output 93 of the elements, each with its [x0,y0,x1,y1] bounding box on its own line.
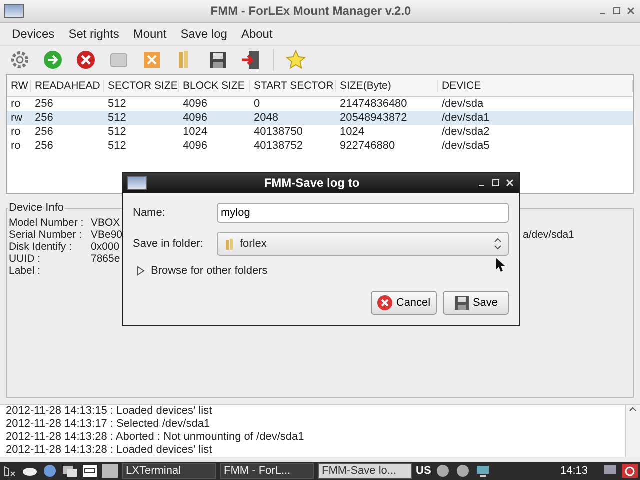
cancel-icon [377,295,394,311]
start-icon[interactable] [2,464,18,478]
table-cell-text: 256 [34,126,54,138]
column-header[interactable]: READAHEAD [31,80,104,92]
table-cell-text: 512 [107,98,128,110]
table-cell-text: /dev/sda2 [441,126,491,138]
log-line: 2012-11-28 14:13:28 : Aborted : Not unmounting of /dev/sda1 [6,431,306,444]
network-icon[interactable] [475,464,492,478]
menu-item[interactable]: Devices [12,27,55,41]
table-cell-text: rw [10,112,24,124]
table-cell-text: ro [10,126,22,138]
info-value: VBOX [91,217,122,229]
cursor-icon [496,258,505,272]
table-cell-text: 512 [107,140,128,152]
table-cell-text: /dev/sda5 [441,140,491,152]
menu-item[interactable]: Set rights [68,27,120,41]
table-cell-text: 40138750 [253,126,304,138]
table-cell-text: /dev/sda1 [441,112,491,124]
window-title: FMM - ForLEx Mount Manager v.2.0 [210,4,412,18]
table-cell-text: 20548943872 [339,112,408,124]
field-label: Name: [133,207,166,219]
expander-icon [137,266,145,276]
table-cell-text: 256 [34,112,54,124]
table-row[interactable]: rw 256 512 4096 2048 20548943872 /dev/sda1 [7,111,633,125]
cancel-button[interactable]: Cancel [371,291,437,315]
column-header[interactable]: SECTOR SIZE [104,80,179,92]
table-cell-text: 922746880 [339,140,396,152]
keyboard-layout[interactable]: US [416,465,432,477]
name-field[interactable]: mylog [217,203,509,223]
column-header[interactable]: RW [7,80,31,92]
table-cell-text: /dev/sda [441,98,485,110]
panel-title: Device Info [8,202,66,214]
save-button[interactable]: Save [443,291,509,315]
info-label: Label : [9,265,42,277]
log-line: 2012-11-28 14:13:28 : Loaded devices' list [6,444,214,457]
table-cell-text: 4096 [182,140,208,152]
table-cell-text: 1024 [339,126,366,138]
info-value: 0x000 [91,241,121,253]
log-line: 2012-11-28 14:13:15 : Loaded devices' list [6,405,214,418]
info-label: Model Number : [9,217,85,229]
task-button[interactable]: FMM-Save lo... [318,463,412,479]
table-cell-text: 256 [34,140,54,152]
star-icon[interactable] [285,49,307,71]
field-label: Save in folder: [133,238,204,250]
table-cell-text: 21474836480 [339,98,408,110]
folder-dropdown[interactable]: forlex [217,232,509,256]
table-cell-text: 4096 [182,98,208,110]
table-cell-text: ro [10,98,22,110]
power-icon[interactable] [622,464,638,478]
table-cell-text: 256 [34,98,54,110]
dialog-title: FMM-Save log to [263,176,361,190]
clock[interactable]: 14:13 [560,465,598,477]
menu-item[interactable]: Save log [180,27,228,41]
column-header[interactable]: DEVICE [438,80,633,92]
cancel-icon[interactable] [75,49,97,71]
task-button[interactable]: LXTerminal [122,463,216,479]
browse-expander[interactable]: Browse for other folders [133,265,509,277]
window-icon [4,4,24,18]
window-icon [127,176,147,190]
column-header[interactable]: BLOCK SIZE [179,80,250,92]
table-row[interactable]: ro 256 512 4096 0 21474836480 /dev/sda [7,97,633,111]
table-cell-text: 0 [253,98,262,110]
info-value: VBe90 [91,229,123,241]
scrollbar[interactable] [625,405,640,457]
exit-icon[interactable] [240,49,262,71]
table-cell-text: 512 [107,112,128,124]
table-cell-text: 512 [107,126,128,138]
menu-item[interactable]: Mount [133,27,167,41]
gear-icon[interactable] [9,49,31,71]
info-value: 7865e [91,253,122,265]
globe-icon[interactable] [42,464,58,478]
info-value: a/dev/sda1 [522,229,576,241]
table-cell-text: 1024 [182,126,208,138]
task-button[interactable]: FMM - ForL... [220,463,314,479]
floppy-icon [454,295,470,311]
windows-icon[interactable] [62,464,78,478]
column-header[interactable]: START SECTOR [250,80,336,92]
table-cell-text: 4096 [182,112,208,124]
table-cell-text: 40138752 [253,140,304,152]
info-label: Disk Identify : [9,241,74,253]
desktop-icon[interactable] [82,464,98,478]
table-cell-text: ro [10,140,22,152]
floppy-icon[interactable] [207,49,229,71]
table-row[interactable]: ro 256 512 1024 40138750 1024 /dev/sda2 [7,125,633,139]
info-label: Serial Number : [9,229,83,241]
updown-icon [494,238,502,250]
info-label: UUID : [9,253,42,265]
table-row[interactable]: ro 256 512 4096 40138752 922746880 /dev/sda5 [7,139,633,153]
scroll-up-icon[interactable] [628,405,638,413]
table-cell-text: 2048 [253,112,280,124]
column-header[interactable]: SIZE(Byte) [336,80,438,92]
log-line: 2012-11-28 14:13:17 : Selected /dev/sda1 [6,418,212,431]
menu-item[interactable]: About [241,27,273,41]
